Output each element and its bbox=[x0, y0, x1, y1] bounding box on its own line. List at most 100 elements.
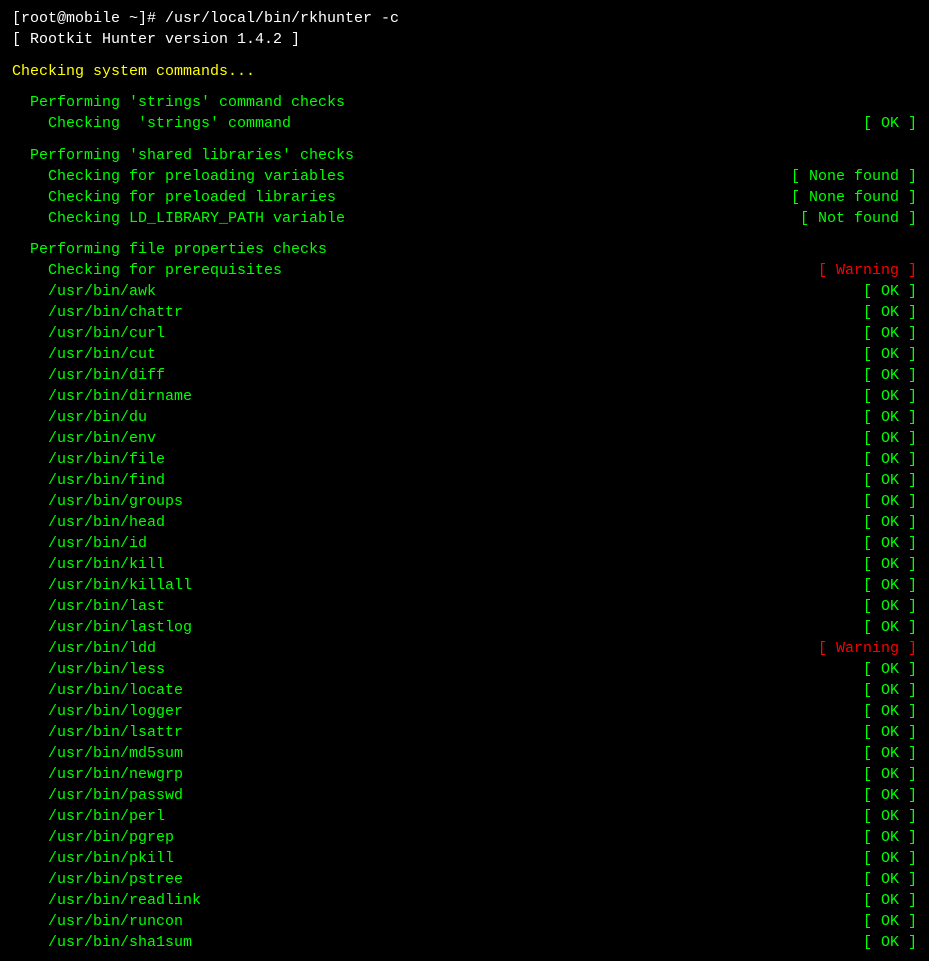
file-check-row: /usr/bin/chattr [ OK ] bbox=[12, 302, 917, 323]
file-path: /usr/bin/less bbox=[12, 659, 165, 680]
file-path: /usr/bin/du bbox=[12, 407, 147, 428]
file-check-row: /usr/bin/perl [ OK ] bbox=[12, 806, 917, 827]
file-check-row: /usr/bin/cut [ OK ] bbox=[12, 344, 917, 365]
file-status: [ OK ] bbox=[863, 407, 917, 428]
file-status: [ OK ] bbox=[863, 827, 917, 848]
prereq-status: [ Warning ] bbox=[818, 260, 917, 281]
file-status: [ OK ] bbox=[863, 470, 917, 491]
file-status: [ OK ] bbox=[863, 533, 917, 554]
file-check-row: /usr/bin/readlink[ OK ] bbox=[12, 890, 917, 911]
file-status: [ Warning ] bbox=[818, 638, 917, 659]
file-status: [ OK ] bbox=[863, 596, 917, 617]
prompt-line: [root@mobile ~]# /usr/local/bin/rkhunter… bbox=[12, 8, 917, 29]
file-status: [ OK ] bbox=[863, 428, 917, 449]
file-path: /usr/bin/newgrp bbox=[12, 764, 183, 785]
file-status: [ OK ] bbox=[863, 764, 917, 785]
file-check-row: /usr/bin/pstree [ OK ] bbox=[12, 869, 917, 890]
file-check-row: /usr/bin/runcon [ OK ] bbox=[12, 911, 917, 932]
shared-check-header: Performing 'shared libraries' checks bbox=[12, 145, 917, 166]
file-status: [ OK ] bbox=[863, 344, 917, 365]
file-path: /usr/bin/lsattr bbox=[12, 722, 183, 743]
strings-command-label: Checking 'strings' command bbox=[12, 113, 291, 134]
file-check-row: /usr/bin/pgrep [ OK ] bbox=[12, 827, 917, 848]
file-check-row: /usr/bin/killall [ OK ] bbox=[12, 575, 917, 596]
ld-library-label: Checking LD_LIBRARY_PATH variable bbox=[12, 208, 345, 229]
strings-check-header: Performing 'strings' command checks bbox=[12, 92, 917, 113]
file-path: /usr/bin/find bbox=[12, 470, 165, 491]
file-path: /usr/bin/awk bbox=[12, 281, 156, 302]
file-path: /usr/bin/pgrep bbox=[12, 827, 174, 848]
file-check-row: /usr/bin/lastlog [ OK ] bbox=[12, 617, 917, 638]
prereq-label: Checking for prerequisites bbox=[12, 260, 282, 281]
file-path: /usr/bin/lastlog bbox=[12, 617, 192, 638]
file-check-row: /usr/bin/newgrp [ OK ] bbox=[12, 764, 917, 785]
preloaded-libs-row: Checking for preloaded libraries [ None … bbox=[12, 187, 917, 208]
file-status: [ OK ] bbox=[863, 554, 917, 575]
file-list: /usr/bin/awk [ OK ] /usr/bin/chattr [ OK ]… bbox=[12, 281, 917, 953]
file-check-row: /usr/bin/md5sum[ OK ] bbox=[12, 743, 917, 764]
file-check-row: /usr/bin/less [ OK ] bbox=[12, 659, 917, 680]
file-check-row: /usr/bin/awk [ OK ] bbox=[12, 281, 917, 302]
file-props-header: Performing file properties checks bbox=[12, 239, 917, 260]
file-path: /usr/bin/locate bbox=[12, 680, 183, 701]
file-status: [ OK ] bbox=[863, 911, 917, 932]
prereq-row: Checking for prerequisites [ Warning ] bbox=[12, 260, 917, 281]
file-path: /usr/bin/killall bbox=[12, 575, 192, 596]
file-check-row: /usr/bin/groups [ OK ] bbox=[12, 491, 917, 512]
file-path: /usr/bin/dirname bbox=[12, 386, 192, 407]
file-path: /usr/bin/curl bbox=[12, 323, 165, 344]
file-status: [ OK ] bbox=[863, 806, 917, 827]
file-path: /usr/bin/pkill bbox=[12, 848, 174, 869]
strings-command-status: [ OK ] bbox=[863, 113, 917, 134]
file-status: [ OK ] bbox=[863, 449, 917, 470]
ld-library-status: [ Not found ] bbox=[800, 208, 917, 229]
file-status: [ OK ] bbox=[863, 281, 917, 302]
checking-section-header: Checking system commands... bbox=[12, 61, 917, 82]
file-check-row: /usr/bin/id[ OK ] bbox=[12, 533, 917, 554]
file-path: /usr/bin/runcon bbox=[12, 911, 183, 932]
file-status: [ OK ] bbox=[863, 659, 917, 680]
file-check-row: /usr/bin/kill [ OK ] bbox=[12, 554, 917, 575]
strings-command-row: Checking 'strings' command [ OK ] bbox=[12, 113, 917, 134]
file-check-row: /usr/bin/locate[ OK ] bbox=[12, 680, 917, 701]
file-status: [ OK ] bbox=[863, 386, 917, 407]
file-check-row: /usr/bin/du [ OK ] bbox=[12, 407, 917, 428]
preload-vars-status: [ None found ] bbox=[791, 166, 917, 187]
file-status: [ OK ] bbox=[863, 848, 917, 869]
file-path: /usr/bin/head bbox=[12, 512, 165, 533]
file-status: [ OK ] bbox=[863, 575, 917, 596]
file-path: /usr/bin/perl bbox=[12, 806, 165, 827]
file-status: [ OK ] bbox=[863, 869, 917, 890]
file-path: /usr/bin/cut bbox=[12, 344, 156, 365]
file-status: [ OK ] bbox=[863, 890, 917, 911]
preload-vars-label: Checking for preloading variables bbox=[12, 166, 345, 187]
preloaded-libs-label: Checking for preloaded libraries bbox=[12, 187, 336, 208]
version-line: [ Rootkit Hunter version 1.4.2 ] bbox=[12, 29, 917, 50]
file-status: [ OK ] bbox=[863, 932, 917, 953]
file-status: [ OK ] bbox=[863, 491, 917, 512]
file-path: /usr/bin/env bbox=[12, 428, 156, 449]
file-status: [ OK ] bbox=[863, 365, 917, 386]
file-path: /usr/bin/file bbox=[12, 449, 165, 470]
file-path: /usr/bin/last bbox=[12, 596, 165, 617]
file-status: [ OK ] bbox=[863, 302, 917, 323]
file-status: [ OK ] bbox=[863, 701, 917, 722]
file-path: /usr/bin/diff bbox=[12, 365, 165, 386]
file-path: /usr/bin/sha1sum bbox=[12, 932, 192, 953]
file-status: [ OK ] bbox=[863, 617, 917, 638]
ld-library-row: Checking LD_LIBRARY_PATH variable [ Not … bbox=[12, 208, 917, 229]
file-check-row: /usr/bin/dirname [ OK ] bbox=[12, 386, 917, 407]
file-status: [ OK ] bbox=[863, 743, 917, 764]
file-path: /usr/bin/pstree bbox=[12, 869, 183, 890]
file-status: [ OK ] bbox=[863, 785, 917, 806]
file-status: [ OK ] bbox=[863, 323, 917, 344]
file-path: /usr/bin/groups bbox=[12, 491, 183, 512]
file-path: /usr/bin/kill bbox=[12, 554, 165, 575]
file-check-row: /usr/bin/pkill [ OK ] bbox=[12, 848, 917, 869]
file-check-row: /usr/bin/curl [ OK ] bbox=[12, 323, 917, 344]
file-path: /usr/bin/logger bbox=[12, 701, 183, 722]
preloaded-libs-status: [ None found ] bbox=[791, 187, 917, 208]
file-path: /usr/bin/chattr bbox=[12, 302, 183, 323]
file-status: [ OK ] bbox=[863, 512, 917, 533]
file-check-row: /usr/bin/sha1sum [ OK ] bbox=[12, 932, 917, 953]
